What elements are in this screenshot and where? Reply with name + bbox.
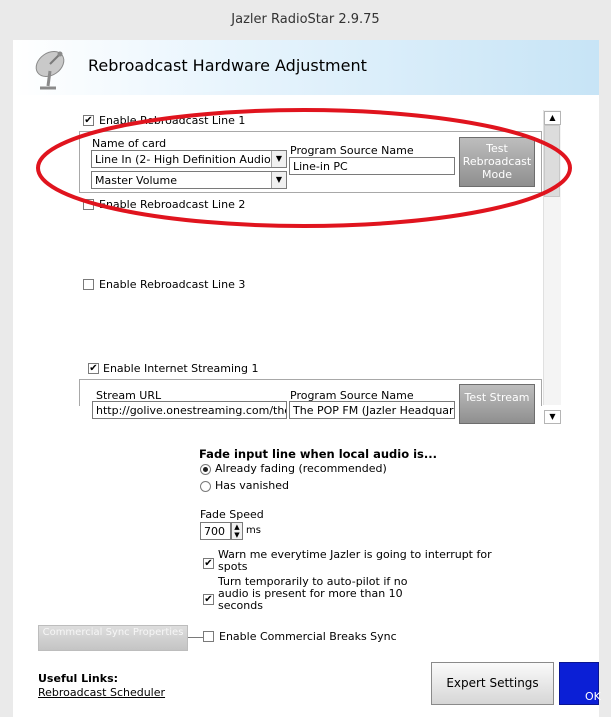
stepper-down-icon[interactable]: ▼ xyxy=(232,531,242,539)
list-mask xyxy=(79,424,549,427)
expert-settings-label: Expert Settings xyxy=(446,676,539,690)
page-title: Rebroadcast Hardware Adjustment xyxy=(88,56,367,75)
test-stream-button[interactable]: Test Stream xyxy=(459,384,535,424)
fade-speed-input[interactable]: 700 xyxy=(200,522,231,540)
autopilot-label: Turn temporarily to auto-pilot if no aud… xyxy=(218,575,408,612)
useful-links-heading: Useful Links: xyxy=(38,672,119,685)
fade-speed-stepper[interactable]: ▲ ▼ xyxy=(231,522,243,540)
connector-line xyxy=(188,637,203,638)
window-title: Jazler RadioStar 2.9.75 xyxy=(231,12,380,27)
stream-url-input[interactable]: http://golive.onestreaming.com/the xyxy=(92,401,287,419)
fade-speed-value: 700 xyxy=(204,525,225,538)
window-frame-left xyxy=(0,40,13,717)
commercial-breaks-checkbox[interactable] xyxy=(203,631,214,642)
stream-program-source-input[interactable]: The POP FM (Jazler Headquar xyxy=(289,401,455,419)
highlight-ellipse xyxy=(36,108,572,228)
window-frame-right xyxy=(599,40,611,717)
commercial-sync-label: Commercial Sync Properties xyxy=(42,627,184,638)
fade-radio-fading[interactable] xyxy=(200,464,211,475)
stream-program-source-value: The POP FM (Jazler Headquar xyxy=(293,404,454,417)
commercial-breaks-label: Enable Commercial Breaks Sync xyxy=(219,630,397,643)
fade-speed-label: Fade Speed xyxy=(200,508,264,521)
stream-url-value: http://golive.onestreaming.com/the xyxy=(96,404,287,417)
stream1-checkbox[interactable]: ✔ xyxy=(88,363,99,374)
commercial-sync-button[interactable]: Commercial Sync Properties xyxy=(38,625,188,651)
line3-enable-label: Enable Rebroadcast Line 3 xyxy=(99,278,246,291)
expert-settings-button[interactable]: Expert Settings xyxy=(431,662,554,705)
stream1-enable-label: Enable Internet Streaming 1 xyxy=(103,362,259,375)
rebroadcast-scheduler-link[interactable]: Rebroadcast Scheduler xyxy=(38,686,165,699)
warn-checkbox[interactable]: ✔ xyxy=(203,558,214,569)
warn-label: Warn me everytime Jazler is going to int… xyxy=(218,548,492,573)
line3-checkbox[interactable] xyxy=(83,279,94,290)
fade-option-fading: Already fading (recommended) xyxy=(215,462,387,475)
stepper-up-icon[interactable]: ▲ xyxy=(232,523,242,531)
fade-heading: Fade input line when local audio is... xyxy=(199,447,437,461)
ok-button[interactable]: OK xyxy=(559,662,601,705)
ok-label: OK xyxy=(585,690,601,703)
satellite-dish-icon xyxy=(35,51,65,90)
autopilot-checkbox[interactable]: ✔ xyxy=(203,594,214,605)
scroll-down-button[interactable]: ▼ xyxy=(544,410,561,424)
test-stream-label: Test Stream xyxy=(464,391,530,404)
fade-speed-unit: ms xyxy=(246,525,261,536)
fade-radio-vanished[interactable] xyxy=(200,481,211,492)
fade-option-vanished: Has vanished xyxy=(215,479,289,492)
